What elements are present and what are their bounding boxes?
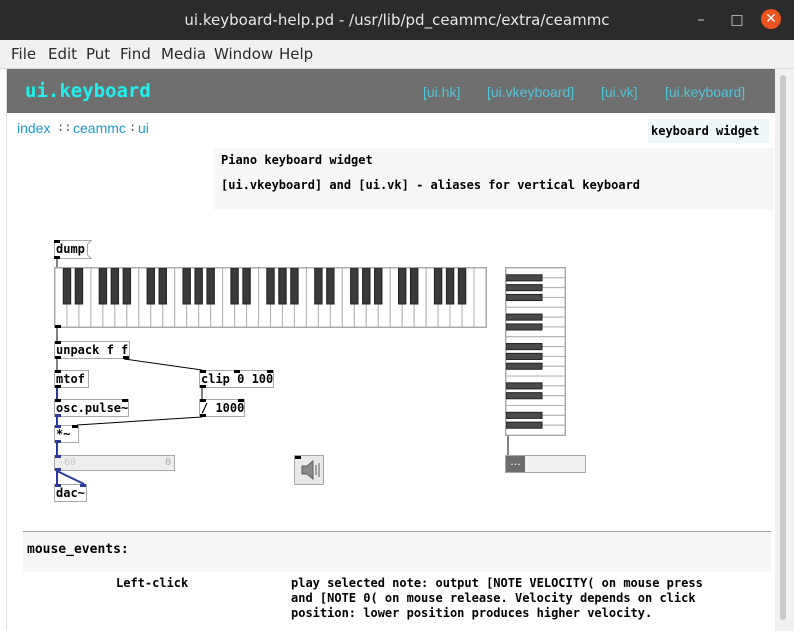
black-key[interactable] xyxy=(409,268,419,305)
dac-object[interactable]: dac~ xyxy=(54,484,87,502)
vkeyboard-keys xyxy=(506,268,565,435)
patch-canvas[interactable]: ui.keyboard [ui.hk] [ui.vkeyboard] [ui.v… xyxy=(6,69,775,631)
black-key[interactable] xyxy=(230,268,239,305)
menu-find[interactable]: Find xyxy=(120,45,151,63)
black-key[interactable] xyxy=(506,274,543,282)
divide-label: / 1000 xyxy=(201,401,245,415)
unpack-label: unpack f f xyxy=(56,343,129,357)
osc-pulse-label: osc.pulse~ xyxy=(56,401,129,415)
black-key[interactable] xyxy=(506,392,543,400)
menu-media[interactable]: Media xyxy=(161,45,206,63)
vertical-scrollbar[interactable] xyxy=(775,69,794,631)
left-click-label: Left-click xyxy=(116,576,189,590)
black-key[interactable] xyxy=(242,268,251,305)
black-key[interactable] xyxy=(445,268,455,305)
horizontal-keyboard[interactable] xyxy=(54,267,487,328)
black-key[interactable] xyxy=(506,323,543,331)
dsp-toggle[interactable] xyxy=(294,455,324,485)
black-key[interactable] xyxy=(362,268,371,305)
mtof-label: mtof xyxy=(56,372,85,386)
black-key[interactable] xyxy=(397,268,407,305)
white-key[interactable] xyxy=(473,268,486,327)
vertical-keyboard[interactable] xyxy=(505,267,566,436)
black-key[interactable] xyxy=(433,268,443,305)
divide-object[interactable]: / 1000 xyxy=(199,399,245,417)
black-key[interactable] xyxy=(98,268,108,305)
black-key[interactable] xyxy=(146,268,155,305)
menu-bar: File Edit Put Find Media Window Help xyxy=(0,40,794,69)
minimize-icon[interactable]: – xyxy=(692,11,710,29)
menu-put[interactable]: Put xyxy=(86,45,110,63)
left-click-desc-1: play selected note: output [NOTE VELOCIT… xyxy=(291,576,703,590)
menu-file[interactable]: File xyxy=(11,45,36,63)
black-key[interactable] xyxy=(74,268,84,305)
black-key[interactable] xyxy=(457,268,467,305)
black-key[interactable] xyxy=(506,382,543,390)
maximize-icon[interactable]: □ xyxy=(728,11,746,29)
section-header: mouse_events: xyxy=(23,531,771,572)
black-key[interactable] xyxy=(158,268,167,305)
dump-label: dump xyxy=(56,242,85,256)
black-key[interactable] xyxy=(278,268,287,305)
black-key[interactable] xyxy=(314,268,323,305)
black-key[interactable] xyxy=(62,268,72,305)
velocity-slider[interactable]: ... xyxy=(505,455,586,473)
black-key[interactable] xyxy=(506,362,543,370)
black-key[interactable] xyxy=(110,268,120,305)
black-key[interactable] xyxy=(122,268,132,305)
black-key[interactable] xyxy=(374,268,383,305)
scrollbar-thumb[interactable] xyxy=(780,75,786,620)
black-key[interactable] xyxy=(506,352,543,360)
section-title: mouse_events: xyxy=(27,542,129,557)
black-key[interactable] xyxy=(326,268,335,305)
black-key[interactable] xyxy=(506,343,543,351)
black-key[interactable] xyxy=(506,411,543,419)
black-key[interactable] xyxy=(182,268,191,305)
window-title: ui.keyboard-help.pd - /usr/lib/pd_ceammc… xyxy=(184,11,610,29)
black-key[interactable] xyxy=(194,268,203,305)
window-titlebar: ui.keyboard-help.pd - /usr/lib/pd_ceammc… xyxy=(0,0,794,40)
black-key[interactable] xyxy=(506,293,543,302)
black-key[interactable] xyxy=(506,284,543,292)
black-key[interactable] xyxy=(290,268,299,305)
menu-window[interactable]: Window xyxy=(214,45,273,63)
velocity-slider-knob[interactable]: ... xyxy=(506,456,525,472)
gain-min-label: -60 xyxy=(58,457,77,468)
keyboard-keys xyxy=(55,268,486,327)
speaker-icon xyxy=(295,456,320,481)
black-key[interactable] xyxy=(266,268,275,305)
dac-label: dac~ xyxy=(56,486,85,500)
black-key[interactable] xyxy=(506,421,543,429)
dump-message[interactable]: dump xyxy=(54,240,92,259)
black-key[interactable] xyxy=(350,268,359,305)
multiply-label: *~ xyxy=(56,427,71,441)
left-click-desc-2: and [NOTE 0( on mouse release. Velocity … xyxy=(291,591,696,605)
gain-value: 0 xyxy=(164,457,171,468)
multiply-signal-object[interactable]: *~ xyxy=(54,425,79,443)
close-icon[interactable]: ✕ xyxy=(761,9,781,29)
gain-slider[interactable]: -60 0 xyxy=(54,455,175,471)
menu-help[interactable]: Help xyxy=(279,45,313,63)
black-key[interactable] xyxy=(206,268,215,305)
mtof-object[interactable]: mtof xyxy=(54,370,89,388)
menu-edit[interactable]: Edit xyxy=(48,45,77,63)
unpack-object[interactable]: unpack f f xyxy=(54,341,130,359)
clip-object[interactable]: clip 0 100 xyxy=(199,370,274,388)
osc-pulse-object[interactable]: osc.pulse~ xyxy=(54,399,129,417)
left-click-desc-3: position: lower position produces higher… xyxy=(291,606,653,620)
clip-label: clip 0 100 xyxy=(201,372,274,386)
black-key[interactable] xyxy=(506,313,543,321)
